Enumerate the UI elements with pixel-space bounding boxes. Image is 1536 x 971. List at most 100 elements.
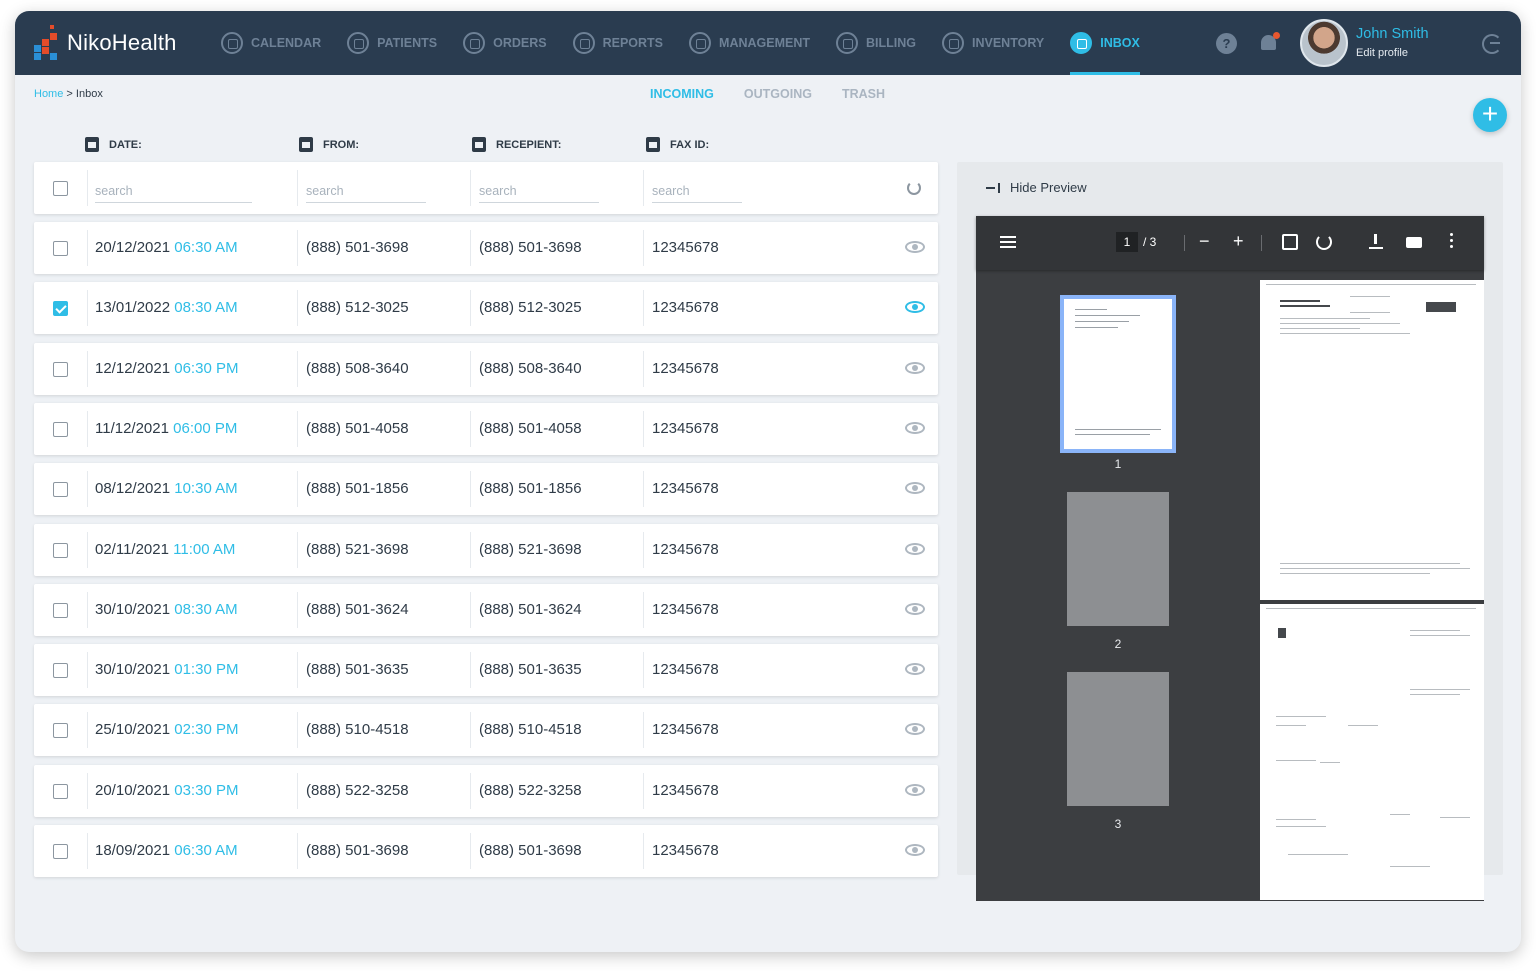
date-search-input[interactable] xyxy=(95,179,252,203)
fax-row[interactable]: 30/10/2021 08:30 AM (888) 501-3624 (888) 5… xyxy=(34,584,938,636)
fax-row[interactable]: 20/12/2021 06:30 AM (888) 501-3698 (888) 5… xyxy=(34,222,938,274)
column-divider xyxy=(87,532,88,568)
fax-id-search-input[interactable] xyxy=(652,179,742,203)
orders-icon xyxy=(463,32,486,54)
notification-dot xyxy=(1273,32,1280,39)
page-thumbnail-2[interactable] xyxy=(1067,492,1169,626)
fax-id-cell: 12345678 xyxy=(652,842,719,859)
column-divider xyxy=(297,712,298,748)
nav-inventory[interactable]: INVENTORY xyxy=(942,11,1044,75)
page-thumbnail-1[interactable] xyxy=(1060,295,1176,453)
add-fax-button[interactable]: + xyxy=(1473,98,1507,132)
hide-preview-button[interactable]: Hide Preview xyxy=(986,180,1087,195)
time-value: 06:30 PM xyxy=(174,360,239,377)
column-divider xyxy=(470,532,471,568)
rotate-icon[interactable] xyxy=(1316,234,1332,250)
nav-label: REPORTS xyxy=(602,36,664,50)
row-checkbox[interactable] xyxy=(53,362,68,377)
nav-patients[interactable]: PATIENTS xyxy=(347,11,437,75)
row-checkbox[interactable] xyxy=(53,543,68,558)
page-thumbnail-3[interactable] xyxy=(1067,672,1169,806)
tab-incoming[interactable]: INCOMING xyxy=(650,87,714,101)
column-header-recipient[interactable]: RECEPIENT: xyxy=(472,137,561,152)
nav-reports[interactable]: REPORTS xyxy=(572,11,664,75)
row-checkbox[interactable] xyxy=(53,723,68,738)
column-divider xyxy=(470,351,471,387)
download-icon[interactable] xyxy=(1368,234,1384,250)
date-cell: 02/11/2021 11:00 AM xyxy=(95,541,235,558)
nav-orders[interactable]: ORDERS xyxy=(463,11,547,75)
select-all-checkbox[interactable] xyxy=(53,181,68,196)
tab-outgoing[interactable]: OUTGOING xyxy=(744,87,812,101)
date-cell: 20/10/2021 03:30 PM xyxy=(95,782,238,799)
fit-page-icon[interactable] xyxy=(1282,234,1298,250)
date-cell: 12/12/2021 06:30 PM xyxy=(95,360,238,377)
fax-row[interactable]: 02/11/2021 11:00 AM (888) 521-3698 (888) 5… xyxy=(34,524,938,576)
row-checkbox[interactable] xyxy=(53,301,68,316)
reset-filters-icon[interactable] xyxy=(907,181,921,195)
eye-icon[interactable] xyxy=(905,422,925,434)
document-page-2 xyxy=(1260,604,1484,900)
eye-icon[interactable] xyxy=(905,663,925,675)
column-header-fax-id[interactable]: FAX ID: xyxy=(646,137,709,152)
row-checkbox[interactable] xyxy=(53,241,68,256)
fax-row[interactable]: 11/12/2021 06:00 PM (888) 501-4058 (888) 5… xyxy=(34,403,938,455)
menu-icon[interactable] xyxy=(1000,236,1016,248)
print-icon[interactable] xyxy=(1406,237,1422,248)
recipient-cell: (888) 508-3640 xyxy=(479,360,582,377)
fax-row[interactable]: 30/10/2021 01:30 PM (888) 501-3635 (888) 5… xyxy=(34,644,938,696)
from-search-input[interactable] xyxy=(306,179,426,203)
fax-row[interactable]: 08/12/2021 10:30 AM (888) 501-1856 (888) 5… xyxy=(34,463,938,515)
fax-id-cell: 12345678 xyxy=(652,239,719,256)
row-checkbox[interactable] xyxy=(53,663,68,678)
nav-calendar[interactable]: CALENDAR xyxy=(221,11,321,75)
row-checkbox[interactable] xyxy=(53,784,68,799)
eye-icon[interactable] xyxy=(905,301,925,313)
fax-row[interactable]: 20/10/2021 03:30 PM (888) 522-3258 (888) 5… xyxy=(34,765,938,817)
column-divider xyxy=(87,411,88,447)
tab-trash[interactable]: TRASH xyxy=(842,87,885,101)
fax-row[interactable]: 12/12/2021 06:30 PM (888) 508-3640 (888) 5… xyxy=(34,343,938,395)
zoom-in-icon[interactable]: + xyxy=(1233,231,1244,251)
eye-icon[interactable] xyxy=(905,241,925,253)
row-checkbox[interactable] xyxy=(53,844,68,859)
column-header-from[interactable]: FROM: xyxy=(299,137,359,152)
breadcrumb-home[interactable]: Home xyxy=(34,88,63,100)
more-options-icon[interactable] xyxy=(1450,233,1454,251)
user-avatar[interactable] xyxy=(1300,19,1348,67)
date-value: 30/10/2021 xyxy=(95,601,171,618)
user-name[interactable]: John Smith xyxy=(1356,26,1429,42)
nav-billing[interactable]: BILLING xyxy=(836,11,916,75)
row-checkbox[interactable] xyxy=(53,603,68,618)
eye-icon[interactable] xyxy=(905,723,925,735)
fax-row[interactable]: 25/10/2021 02:30 PM (888) 510-4518 (888) 5… xyxy=(34,704,938,756)
column-divider xyxy=(470,290,471,326)
eye-icon[interactable] xyxy=(905,844,925,856)
app-logo[interactable]: NikoHealth xyxy=(33,23,177,63)
row-checkbox[interactable] xyxy=(53,422,68,437)
logout-icon[interactable] xyxy=(1482,34,1502,54)
fax-row[interactable]: 18/09/2021 06:30 AM (888) 501-3698 (888) 5… xyxy=(34,825,938,877)
nav-inbox[interactable]: INBOX xyxy=(1070,11,1140,75)
eye-icon[interactable] xyxy=(905,543,925,555)
eye-icon[interactable] xyxy=(905,784,925,796)
eye-icon[interactable] xyxy=(905,603,925,615)
nav-management[interactable]: MANAGEMENT xyxy=(689,11,810,75)
eye-icon[interactable] xyxy=(905,362,925,374)
thumbnail-label: 2 xyxy=(1114,637,1122,651)
row-checkbox[interactable] xyxy=(53,482,68,497)
recipient-search-input[interactable] xyxy=(479,179,599,203)
fax-row[interactable]: 13/01/2022 08:30 AM (888) 512-3025 (888) 5… xyxy=(34,282,938,334)
edit-profile-link[interactable]: Edit profile xyxy=(1356,47,1408,59)
page-number-input[interactable]: 1 xyxy=(1116,232,1138,252)
main-nav: CALENDAR PATIENTS ORDERS REPORTS MANAGEM… xyxy=(221,11,1166,75)
from-cell: (888) 501-4058 xyxy=(306,420,409,437)
help-icon[interactable]: ? xyxy=(1216,33,1237,54)
column-divider xyxy=(297,652,298,688)
recipient-cell: (888) 501-3635 xyxy=(479,661,582,678)
column-divider xyxy=(643,652,644,688)
eye-icon[interactable] xyxy=(905,482,925,494)
zoom-out-icon[interactable]: − xyxy=(1199,231,1210,251)
column-header-date[interactable]: DATE: xyxy=(85,137,142,152)
notifications-bell-icon[interactable] xyxy=(1259,32,1280,53)
